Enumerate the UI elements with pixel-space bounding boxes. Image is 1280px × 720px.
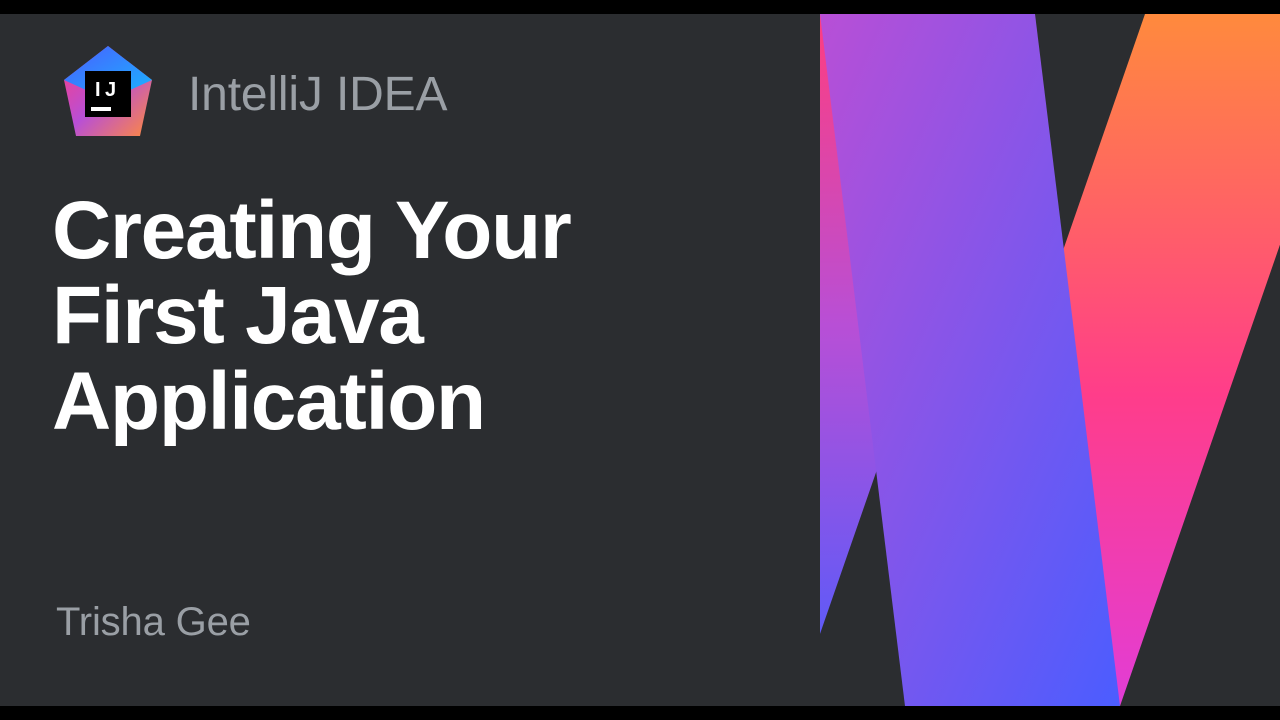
header: I J IntelliJ IDEA <box>58 44 447 144</box>
author-name: Trisha Gee <box>56 600 251 645</box>
slide-title-line-1: Creating Your <box>52 185 571 276</box>
title-slide: I J IntelliJ IDEA Creating Your First Ja… <box>0 0 1280 720</box>
slide-title-line-2: First Java <box>52 270 423 361</box>
svg-text:J: J <box>105 79 116 101</box>
letterbox-top <box>0 0 1280 14</box>
svg-text:I: I <box>95 79 100 101</box>
slide-title: Creating Your First Java Application <box>52 188 571 444</box>
brand-artwork <box>820 14 1280 706</box>
slide-title-line-3: Application <box>52 356 485 447</box>
letterbox-bottom <box>0 706 1280 720</box>
intellij-logo-icon: I J <box>58 44 158 144</box>
product-name: IntelliJ IDEA <box>188 67 447 122</box>
